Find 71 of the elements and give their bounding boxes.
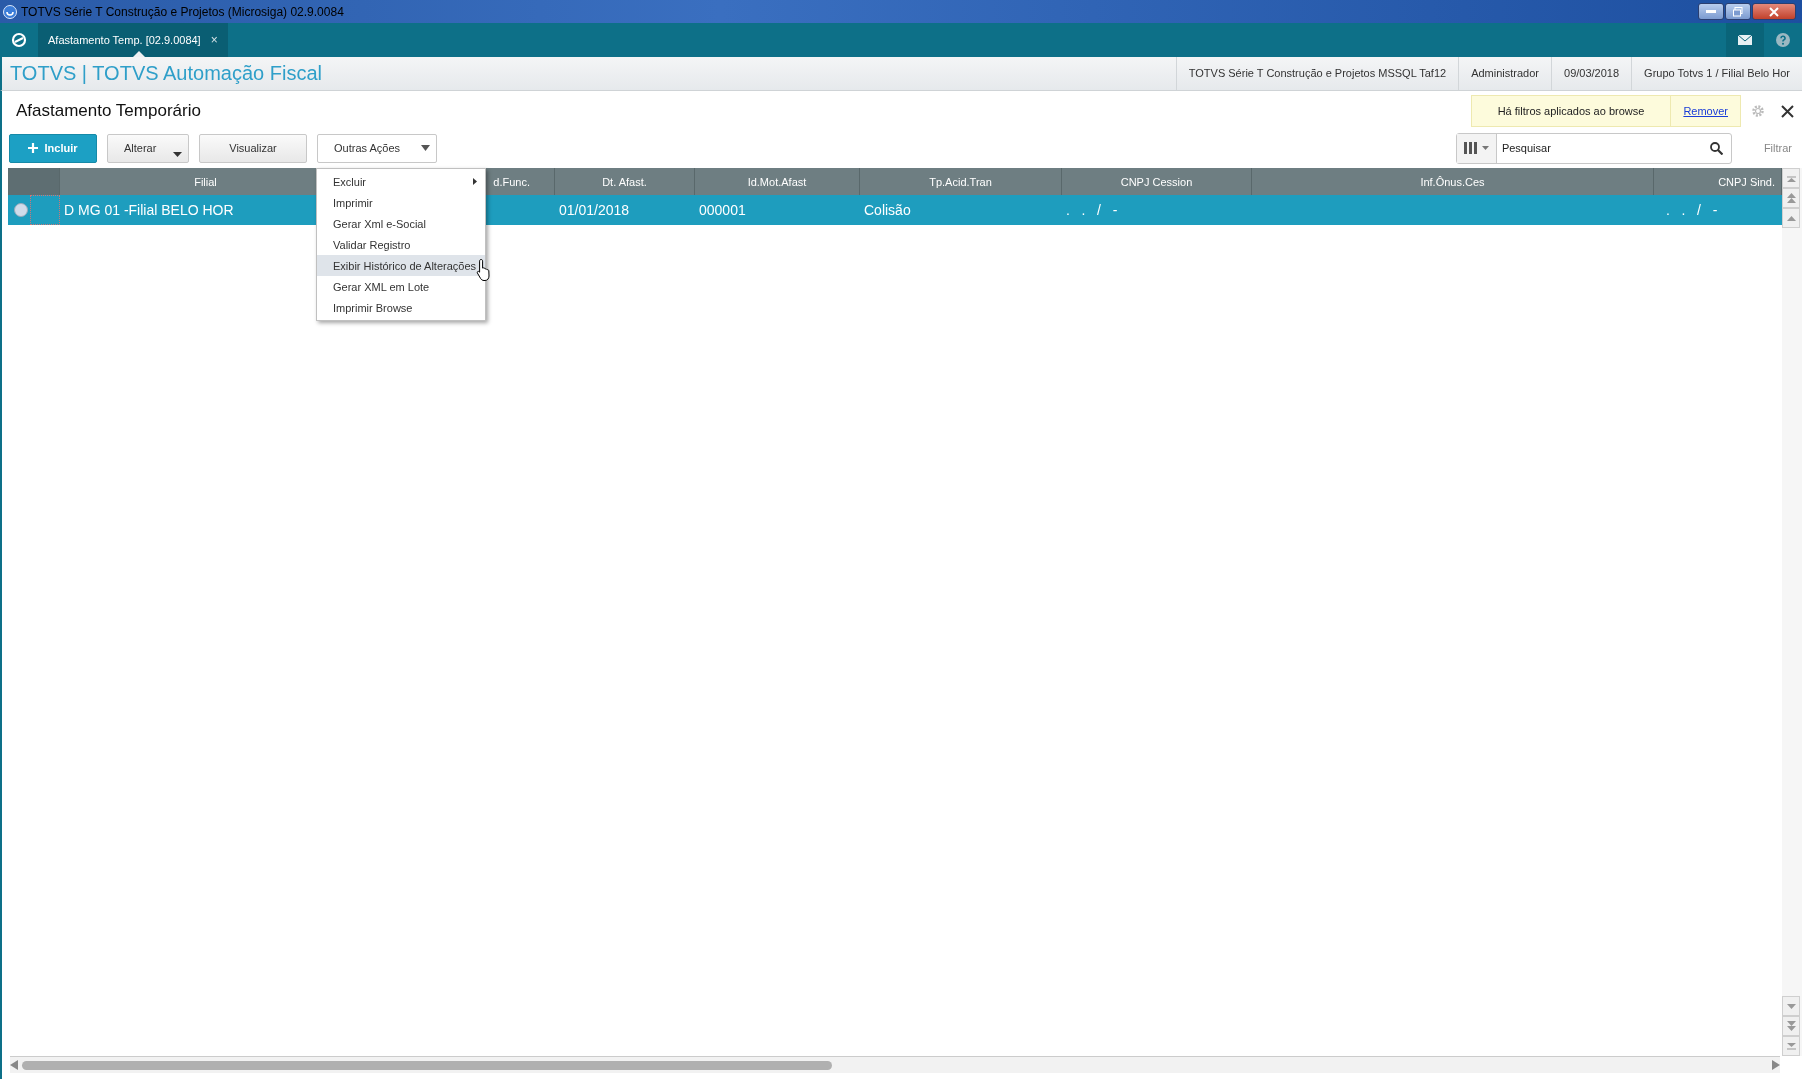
header-info: Grupo Totvs 1 / Filial Belo Hor: [1631, 57, 1802, 90]
double-down-arrow-icon: [1786, 1021, 1796, 1031]
header-info: TOTVS Série T Construção e Projetos MSSQL Taf12: [1175, 57, 1459, 90]
table-cell: 000001: [699, 202, 746, 218]
table-cell: D MG 01 -Filial BELO HOR: [64, 202, 234, 218]
header-corner: [8, 168, 60, 195]
search-icon[interactable]: [1709, 141, 1723, 155]
scrollbar-thumb[interactable]: [22, 1060, 832, 1070]
app-title: TOTVS | TOTVS Automação Fiscal: [10, 62, 322, 85]
column-header[interactable]: CNPJ Sind.: [1654, 168, 1782, 195]
menu-item[interactable]: Validar Registro: [317, 234, 485, 255]
search-bar[interactable]: Pesquisar: [1455, 132, 1732, 164]
scroll-down-button[interactable]: [1782, 996, 1800, 1016]
window-title: TOTVS Série T Construção e Projetos (Microsiga) 02.9.0084: [21, 4, 344, 19]
actions-dropdown[interactable]: Outras Ações: [317, 133, 437, 163]
minimize-button[interactable]: [1698, 3, 1724, 20]
up-arrow-icon: [1786, 215, 1796, 221]
column-header[interactable]: Tp.Acid.Tran: [860, 168, 1062, 195]
tab[interactable]: Afastamento Temp. [02.9.0084] ×: [38, 23, 228, 57]
filter-notice: Há filtros aplicados ao browse: [1470, 95, 1672, 127]
table-cell: . . / -: [1666, 202, 1718, 218]
restore-icon: [1733, 6, 1743, 17]
split-button[interactable]: Alterar: [107, 133, 189, 163]
remove-filter-link[interactable]: Remover: [1671, 95, 1741, 127]
scroll-up-button[interactable]: [1782, 208, 1800, 228]
scroll-bottom-button[interactable]: [1782, 1036, 1800, 1056]
header-info: Administrador: [1458, 57, 1551, 90]
menu-item[interactable]: Imprimir Browse: [317, 297, 485, 318]
header-info: 09/03/2018: [1551, 57, 1632, 90]
close-icon[interactable]: [1781, 104, 1794, 118]
double-up-arrow-icon: [1786, 193, 1796, 203]
column-header[interactable]: Dt. Afast.: [555, 168, 695, 195]
settings-icon[interactable]: [1751, 104, 1765, 118]
columns-button[interactable]: [1456, 133, 1497, 163]
logo-icon: [11, 32, 27, 48]
plus-icon: [28, 143, 39, 153]
scroll-top-button[interactable]: [1782, 168, 1800, 188]
caret-icon: [173, 151, 182, 157]
scroll-top-icon: [1786, 174, 1796, 182]
app-icon: [3, 4, 17, 19]
table-cell: . . / -: [1066, 202, 1118, 218]
column-header[interactable]: CNPJ Cession: [1062, 168, 1252, 195]
menu-item[interactable]: Gerar XML em Lote: [317, 276, 485, 297]
menu-item[interactable]: Imprimir: [317, 192, 485, 213]
scroll-right-icon[interactable]: [1772, 1060, 1780, 1070]
search-field[interactable]: Pesquisar: [1496, 141, 1710, 155]
columns-icon: [1463, 142, 1478, 154]
radio-button[interactable]: [14, 203, 28, 217]
page-title: Afastamento Temporário: [16, 101, 201, 121]
selection-cell: [30, 195, 60, 225]
close-icon: [1769, 6, 1779, 17]
page-down-button[interactable]: [1782, 1016, 1800, 1036]
table-cell: Colisão: [864, 202, 911, 218]
tab-close-button[interactable]: ×: [210, 33, 218, 47]
minimize-icon: [1706, 9, 1716, 14]
column-header[interactable]: Inf.Ônus.Ces: [1252, 168, 1654, 195]
filter-link[interactable]: Filtrar: [1763, 142, 1792, 154]
page-up-button[interactable]: [1782, 188, 1800, 208]
menu-item[interactable]: Exibir Histórico de Alterações: [317, 255, 485, 276]
scroll-bottom-icon: [1786, 1042, 1796, 1050]
down-arrow-icon: [1786, 1003, 1796, 1009]
column-header[interactable]: Id.Mot.Afast: [695, 168, 860, 195]
restore-button[interactable]: [1725, 3, 1751, 20]
table-cell: 01/01/2018: [559, 202, 630, 218]
caret-icon: [421, 145, 430, 151]
mail-icon[interactable]: [1738, 35, 1752, 45]
view-button[interactable]: Visualizar: [199, 133, 307, 163]
scroll-left-icon[interactable]: [10, 1060, 18, 1070]
caret-icon: [1481, 146, 1489, 150]
close-button[interactable]: [1752, 3, 1796, 20]
help-icon[interactable]: [1776, 33, 1790, 47]
